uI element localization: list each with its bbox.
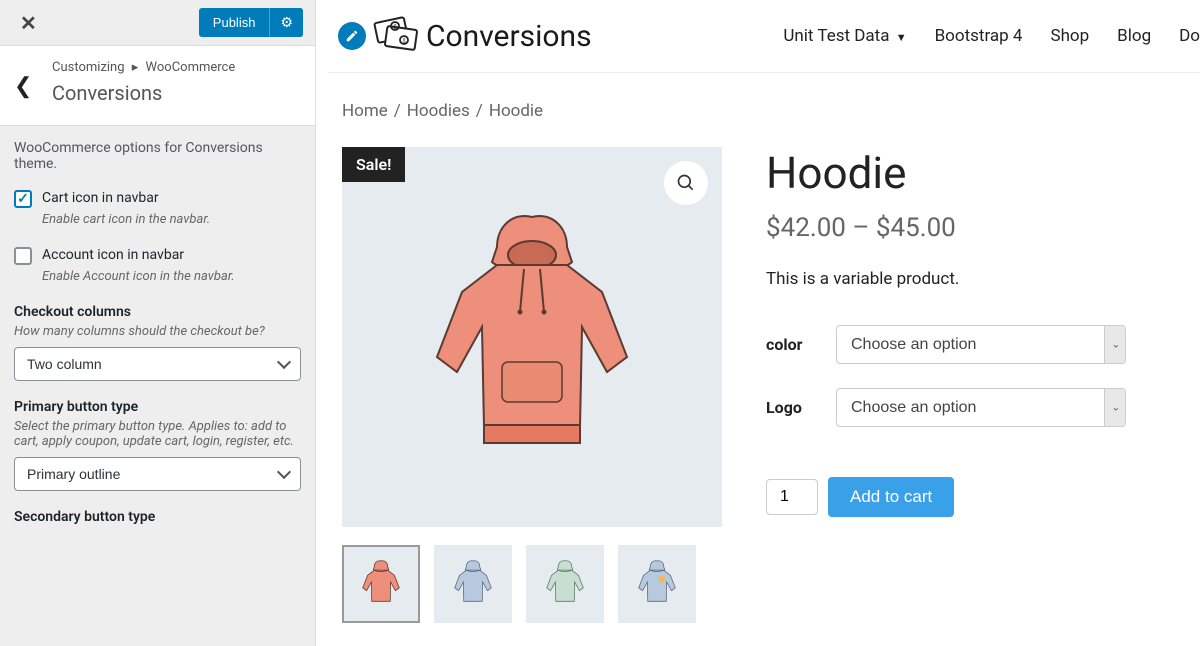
cart-icon-label: Cart icon in navbar <box>42 190 159 206</box>
product-main-image[interactable]: Sale! <box>342 147 722 527</box>
product-gallery: Sale! <box>342 147 722 623</box>
checkout-columns-help: How many columns should the checkout be? <box>14 324 301 339</box>
customizer-panel: ✕ Publish ⚙ ❮ Customizing ▸ WooCommerce … <box>0 0 316 646</box>
variation-logo-row: Logo Choose an option ⌄ <box>766 388 1180 427</box>
checkout-columns-select[interactable]: Two column <box>14 347 301 381</box>
thumbnail-4[interactable] <box>618 545 696 623</box>
checkout-columns-label: Checkout columns <box>14 304 301 320</box>
product-title: Hoodie <box>766 147 1180 199</box>
add-to-cart-row: Add to cart <box>766 477 1180 517</box>
breadcrumb-home[interactable]: Home <box>342 101 388 121</box>
page-body: Home/Hoodies/Hoodie Sale! <box>328 73 1200 623</box>
account-icon-option[interactable]: Account icon in navbar <box>14 247 301 265</box>
breadcrumb: Customizing ▸ WooCommerce <box>52 60 295 75</box>
publish-button[interactable]: Publish <box>199 9 270 36</box>
customizer-body: WooCommerce options for Conversions them… <box>0 126 315 646</box>
variation-color-label: color <box>766 335 836 354</box>
gear-icon[interactable]: ⚙ <box>269 8 303 37</box>
chevron-right-icon: ▸ <box>132 60 139 75</box>
checkbox-checked-icon[interactable] <box>14 190 32 208</box>
site-logo[interactable]: $ $ Conversions <box>372 14 592 58</box>
nav-item-blog[interactable]: Blog <box>1117 26 1151 46</box>
back-icon[interactable]: ❮ <box>14 74 32 99</box>
publish-group: Publish ⚙ <box>199 8 303 37</box>
primary-button-select[interactable]: Primary outline <box>14 457 301 491</box>
cart-icon-help: Enable cart icon in the navbar. <box>42 212 301 227</box>
thumbnail-1[interactable] <box>342 545 420 623</box>
nav-menu: Unit Test Data ▼ Bootstrap 4 Shop Blog D… <box>783 26 1200 46</box>
cart-icon-option[interactable]: Cart icon in navbar <box>14 190 301 208</box>
account-icon-help: Enable Account icon in the navbar. <box>42 269 301 284</box>
breadcrumb-category[interactable]: Hoodies <box>407 101 470 121</box>
nav-item-shop[interactable]: Shop <box>1050 26 1089 46</box>
product-description: This is a variable product. <box>766 269 1180 289</box>
product-details: Hoodie $42.00 – $45.00 This is a variabl… <box>766 147 1200 623</box>
breadcrumb-root: Customizing <box>52 60 125 75</box>
section-title: Conversions <box>52 81 295 105</box>
logo-text: Conversions <box>426 19 592 54</box>
preview-pane: $ $ Conversions Unit Test Data ▼ Bootstr… <box>328 0 1200 646</box>
caret-down-icon: ▼ <box>896 31 907 44</box>
nav-item-docs[interactable]: Do <box>1179 26 1200 46</box>
secondary-button-label: Secondary button type <box>14 509 301 525</box>
product-wrapper: Sale! <box>342 147 1200 623</box>
zoom-icon[interactable] <box>664 161 708 205</box>
thumbnail-2[interactable] <box>434 545 512 623</box>
product-price: $42.00 – $45.00 <box>766 213 1180 243</box>
variation-logo-select-wrap: Choose an option ⌄ <box>836 388 1126 427</box>
primary-button-help: Select the primary button type. Applies … <box>14 419 301 449</box>
customizer-topbar: ✕ Publish ⚙ <box>0 0 315 46</box>
close-icon[interactable]: ✕ <box>12 7 45 39</box>
breadcrumb-product: Hoodie <box>489 101 543 121</box>
quantity-input[interactable] <box>766 479 818 515</box>
checkout-columns-select-wrap: Two column <box>14 347 301 381</box>
variation-color-select[interactable]: Choose an option <box>836 325 1126 364</box>
sale-badge: Sale! <box>342 147 405 182</box>
nav-item-bootstrap[interactable]: Bootstrap 4 <box>935 26 1023 46</box>
variation-logo-label: Logo <box>766 398 836 417</box>
breadcrumb-parent: WooCommerce <box>146 60 236 75</box>
hoodie-illustration <box>402 197 662 477</box>
checkbox-unchecked-icon[interactable] <box>14 247 32 265</box>
variation-color-select-wrap: Choose an option ⌄ <box>836 325 1126 364</box>
logo-icon: $ $ <box>372 14 420 58</box>
section-header: ❮ Customizing ▸ WooCommerce Conversions <box>0 46 315 126</box>
section-description: WooCommerce options for Conversions them… <box>14 140 301 172</box>
variation-logo-select[interactable]: Choose an option <box>836 388 1126 427</box>
thumbnail-3[interactable] <box>526 545 604 623</box>
woocommerce-breadcrumb: Home/Hoodies/Hoodie <box>342 101 1200 121</box>
variation-color-row: color Choose an option ⌄ <box>766 325 1180 364</box>
primary-button-label: Primary button type <box>14 399 301 415</box>
add-to-cart-button[interactable]: Add to cart <box>828 477 954 517</box>
edit-shortcut-icon[interactable] <box>338 22 366 50</box>
account-icon-label: Account icon in navbar <box>42 247 184 263</box>
nav-item-unit-test[interactable]: Unit Test Data ▼ <box>783 26 906 46</box>
primary-button-select-wrap: Primary outline <box>14 457 301 491</box>
gallery-thumbnails <box>342 545 722 623</box>
site-navbar: $ $ Conversions Unit Test Data ▼ Bootstr… <box>328 0 1200 73</box>
